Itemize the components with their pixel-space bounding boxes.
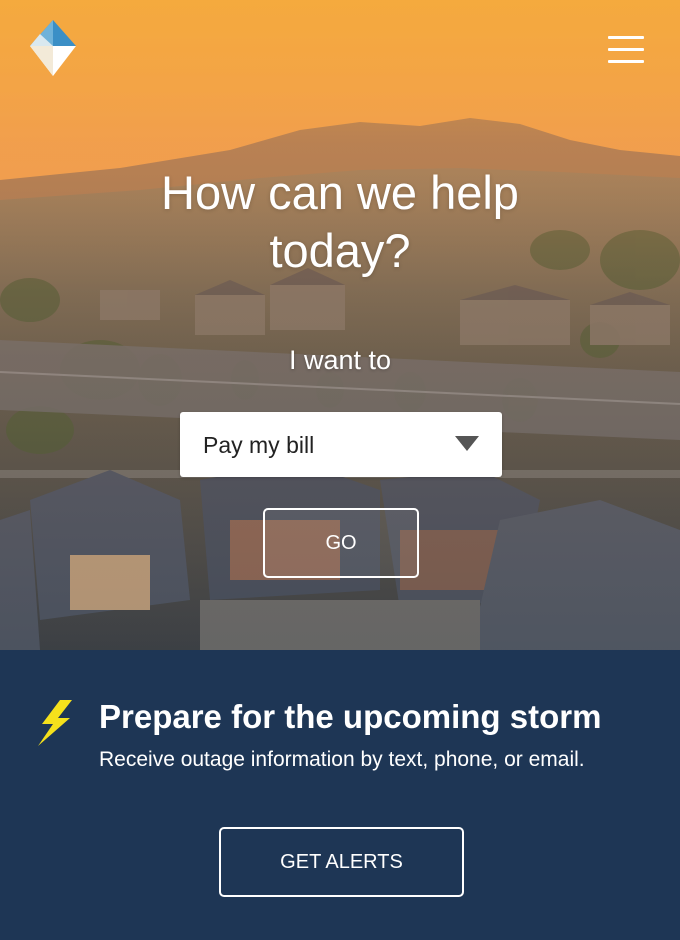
menu-line: [608, 60, 644, 63]
hamburger-menu-icon[interactable]: [604, 34, 646, 66]
storm-subtitle: Receive outage information by text, phon…: [99, 748, 585, 771]
menu-line: [608, 36, 644, 39]
get-alerts-button[interactable]: GET ALERTS: [219, 827, 464, 897]
page: How can we help today? I want to Pay my …: [0, 0, 680, 940]
lightning-bolt-icon: [38, 700, 72, 746]
hero-title: How can we help today?: [161, 166, 519, 277]
storm-alert-banner: Prepare for the upcoming storm Receive o…: [0, 650, 680, 940]
menu-line: [608, 48, 644, 51]
diamond-logo-icon[interactable]: [30, 20, 76, 78]
action-select[interactable]: Pay my bill: [180, 412, 502, 477]
storm-title: Prepare for the upcoming storm: [99, 698, 602, 735]
action-select-value: Pay my bill: [203, 432, 315, 458]
go-button[interactable]: GO: [263, 508, 419, 578]
hero-section: How can we help today? I want to Pay my …: [0, 0, 680, 650]
triangle-down-icon: [455, 436, 479, 451]
i-want-to-label: I want to: [288, 345, 392, 375]
